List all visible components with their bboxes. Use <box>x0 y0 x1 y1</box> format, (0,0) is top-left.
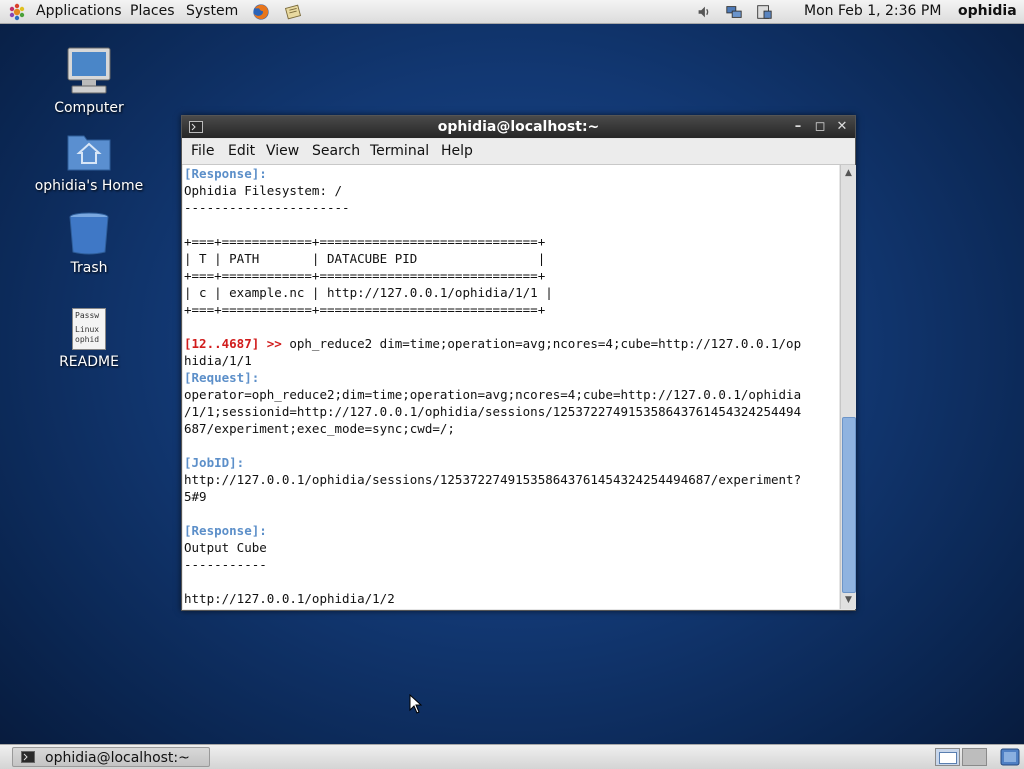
menu-places[interactable]: Places <box>130 0 175 24</box>
terminal-line: +===+============+======================… <box>184 301 545 318</box>
terminal-window[interactable]: ophidia@localhost:~ – ◻ ✕ File Edit View… <box>181 115 856 611</box>
trash-applet-icon[interactable] <box>1000 748 1020 766</box>
section-header: [Response]: <box>184 523 267 538</box>
terminal-line: http://127.0.0.1/ophidia/1/2 <box>184 590 395 607</box>
file-preview-line: Passw <box>75 311 100 320</box>
terminal-line: 687/experiment;exec_mode=sync;cwd=/; <box>184 420 455 437</box>
vertical-scrollbar[interactable]: ▲ ▼ <box>840 165 856 609</box>
output-text: +===+============+======================… <box>184 302 546 317</box>
close-button[interactable]: ✕ <box>834 119 850 135</box>
terminal-line: Ophidia Filesystem: / <box>184 182 342 199</box>
maximize-button[interactable]: ◻ <box>812 119 828 135</box>
terminal-line: [Response]: <box>184 165 267 182</box>
output-text: ----------- <box>184 557 267 572</box>
terminal-icon <box>189 121 203 133</box>
section-header: [JobID]: <box>184 455 245 470</box>
output-text: ---------------------- <box>184 200 350 215</box>
menu-help[interactable]: Help <box>441 139 473 164</box>
menu-applications[interactable]: Applications <box>36 0 122 24</box>
output-text: http://127.0.0.1/ophidia/1/2 <box>184 591 395 606</box>
terminal-line: ----------- <box>184 556 267 573</box>
terminal-menubar: File Edit View Search Terminal Help <box>182 139 855 165</box>
output-text: http://127.0.0.1/ophidia/sessions/125372… <box>184 472 802 487</box>
terminal-line: /1/1;sessionid=http://127.0.0.1/ophidia/… <box>184 403 801 420</box>
window-titlebar[interactable]: ophidia@localhost:~ – ◻ ✕ <box>182 116 855 138</box>
bottom-panel: ophidia@localhost:~ <box>0 744 1024 769</box>
output-text: 5#9 <box>184 489 207 504</box>
output-text: oph_reduce2 dim=time;operation=avg;ncore… <box>289 336 802 351</box>
terminal-line: hidia/1/1 <box>184 352 252 369</box>
top-panel: Applications Places System Mon Feb 1, 2:… <box>0 0 1024 24</box>
scrollbar-thumb[interactable] <box>842 417 856 593</box>
taskbar-window-label: ophidia@localhost:~ <box>45 750 190 766</box>
terminal-line: +===+============+======================… <box>184 233 545 250</box>
volume-icon[interactable] <box>694 3 714 21</box>
output-text: | c | example.nc | http://127.0.0.1/ophi… <box>184 285 553 300</box>
terminal-line: [Request]: <box>184 369 259 386</box>
computer-icon <box>67 47 111 94</box>
workspace-1[interactable] <box>935 748 960 766</box>
desktop-icon-computer[interactable]: Computer <box>34 46 144 116</box>
scroll-down-arrow-icon[interactable]: ▼ <box>842 593 855 607</box>
gnome-foot-icon[interactable] <box>8 3 26 21</box>
output-text: operator=oph_reduce2;dim=time;operation=… <box>184 387 802 402</box>
terminal-line: 5#9 <box>184 488 207 505</box>
terminal-output[interactable]: [Response]: Ophidia Filesystem: / --------… <box>183 165 839 609</box>
trash-icon <box>69 212 109 255</box>
terminal-line: +===+============+======================… <box>184 267 545 284</box>
section-header: [Request]: <box>184 370 260 385</box>
terminal-line: [JobID]: <box>184 454 244 471</box>
desktop-icon-trash[interactable]: Trash <box>34 210 144 276</box>
menu-system[interactable]: System <box>186 0 238 24</box>
notes-editor-icon[interactable] <box>283 3 303 21</box>
desktop-icon-home[interactable]: ophidia's Home <box>34 130 144 194</box>
menu-file[interactable]: File <box>191 139 214 164</box>
terminal-line: http://127.0.0.1/ophidia/sessions/125372… <box>184 471 801 488</box>
output-text: 687/experiment;exec_mode=sync;cwd=/; <box>184 421 455 436</box>
desktop-icon-readme[interactable]: Passw Linux ophid README <box>34 308 144 370</box>
section-header: [Response]: <box>184 166 267 181</box>
output-text: +===+============+======================… <box>184 234 546 249</box>
menu-terminal[interactable]: Terminal <box>370 139 429 164</box>
desktop-icon-label: README <box>59 354 119 370</box>
terminal-line: [Response]: <box>184 522 267 539</box>
terminal-line: | T | PATH | DATACUBE PID | <box>184 250 545 267</box>
prompt-text: [12..4687] >> <box>184 336 290 351</box>
minimize-button[interactable]: – <box>790 119 806 135</box>
desktop-icon-label: Trash <box>70 260 108 276</box>
output-text: hidia/1/1 <box>184 353 252 368</box>
output-text: Ophidia Filesystem: / <box>184 183 343 198</box>
menu-view[interactable]: View <box>266 139 299 164</box>
output-text: Output Cube <box>184 540 267 555</box>
text-file-icon: Passw Linux ophid <box>72 308 106 350</box>
terminal-line: | c | example.nc | http://127.0.0.1/ophi… <box>184 284 553 301</box>
menu-search[interactable]: Search <box>312 139 360 164</box>
output-text: +===+============+======================… <box>184 268 546 283</box>
output-text: | T | PATH | DATACUBE PID | <box>184 251 546 266</box>
firefox-icon[interactable] <box>251 3 271 21</box>
mouse-pointer-icon <box>409 694 423 714</box>
file-preview-line: Linux <box>75 325 100 334</box>
update-manager-icon[interactable] <box>754 3 774 21</box>
desktop-icon-label: ophidia's Home <box>34 178 144 194</box>
file-preview-line: ophid <box>75 335 100 344</box>
home-folder-icon <box>67 135 111 171</box>
desktop-icon-label: Computer <box>54 100 124 116</box>
terminal-line: operator=oph_reduce2;dim=time;operation=… <box>184 386 801 403</box>
user-menu[interactable]: ophidia <box>958 0 1017 24</box>
scroll-up-arrow-icon[interactable]: ▲ <box>842 166 855 180</box>
terminal-line: ---------------------- <box>184 199 350 216</box>
window-title: ophidia@localhost:~ <box>437 119 600 135</box>
network-icon[interactable] <box>724 3 744 21</box>
clock[interactable]: Mon Feb 1, 2:36 PM <box>804 0 941 24</box>
terminal-line: Output Cube <box>184 539 267 556</box>
terminal-icon <box>21 751 35 763</box>
workspace-2[interactable] <box>962 748 987 766</box>
menu-edit[interactable]: Edit <box>228 139 255 164</box>
terminal-line: [12..4687] >> oph_reduce2 dim=time;opera… <box>184 335 801 352</box>
output-text: /1/1;sessionid=http://127.0.0.1/ophidia/… <box>184 404 802 419</box>
taskbar-window-button[interactable]: ophidia@localhost:~ <box>12 747 210 767</box>
